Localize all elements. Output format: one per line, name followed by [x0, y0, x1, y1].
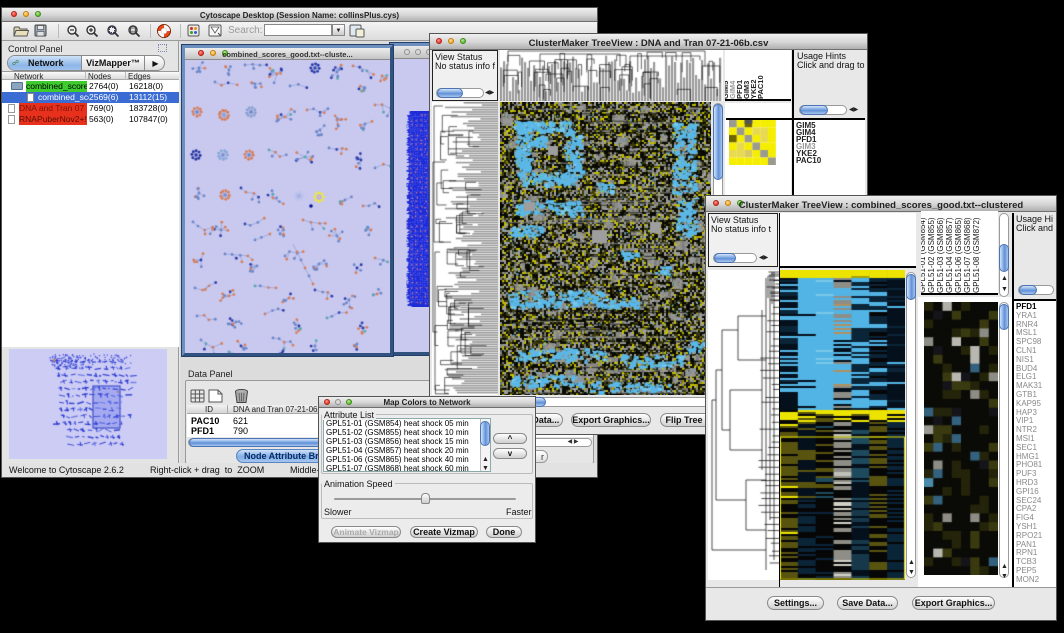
svg-text:1:1: 1:1 — [131, 29, 136, 33]
